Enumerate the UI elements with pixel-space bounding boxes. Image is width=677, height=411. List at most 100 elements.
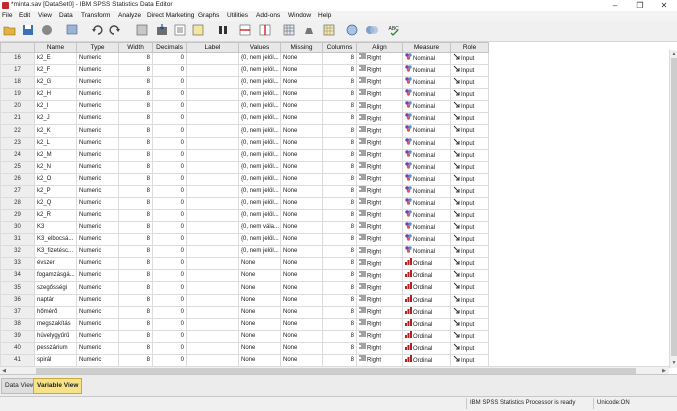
- row-number[interactable]: 16: [0, 51, 35, 66]
- columns-cell[interactable]: 8: [322, 172, 357, 186]
- values-cell[interactable]: {0, nem jelöl...: [238, 160, 281, 174]
- decimals-cell[interactable]: 0: [152, 245, 187, 259]
- find-icon[interactable]: [216, 23, 230, 37]
- label-cell[interactable]: [186, 281, 239, 295]
- measure-cell[interactable]: Nominal: [402, 160, 451, 174]
- menu-direct-marketing[interactable]: Direct Marketing: [147, 11, 194, 21]
- name-cell[interactable]: k2_Q: [34, 196, 77, 211]
- row-number[interactable]: 28: [0, 196, 35, 211]
- columns-cell[interactable]: 8: [322, 233, 357, 247]
- measure-cell[interactable]: Ordinal: [402, 341, 451, 355]
- vertical-scroll-thumb[interactable]: [671, 58, 677, 356]
- insert-cases-icon[interactable]: [238, 23, 252, 37]
- vertical-scrollbar[interactable]: ▲ ▼: [669, 50, 677, 368]
- columns-cell[interactable]: 8: [322, 221, 357, 235]
- align-cell[interactable]: Right: [356, 221, 403, 235]
- type-cell[interactable]: Numeric: [76, 293, 119, 307]
- decimals-cell[interactable]: 0: [152, 136, 187, 150]
- measure-cell[interactable]: Ordinal: [402, 317, 451, 331]
- type-cell[interactable]: Numeric: [76, 233, 119, 247]
- width-cell[interactable]: 8: [118, 100, 153, 114]
- row-number[interactable]: 30: [0, 221, 35, 235]
- type-cell[interactable]: Numeric: [76, 160, 119, 174]
- measure-cell[interactable]: Nominal: [402, 233, 451, 247]
- role-cell[interactable]: Input: [450, 196, 489, 211]
- values-cell[interactable]: {0, nem jelöl...: [238, 196, 281, 211]
- columns-cell[interactable]: 8: [322, 64, 357, 78]
- label-cell[interactable]: [186, 88, 239, 102]
- missing-cell[interactable]: None: [280, 221, 323, 235]
- scroll-up-icon[interactable]: ▲: [671, 51, 677, 57]
- measure-cell[interactable]: Ordinal: [402, 269, 451, 283]
- role-cell[interactable]: Input: [450, 317, 489, 331]
- align-cell[interactable]: Right: [356, 172, 403, 186]
- label-cell[interactable]: [186, 124, 239, 138]
- row-number[interactable]: 21: [0, 112, 35, 126]
- header-width[interactable]: Width: [118, 42, 153, 53]
- header-name[interactable]: Name: [34, 42, 77, 53]
- name-cell[interactable]: szegősségi: [34, 281, 77, 295]
- values-cell[interactable]: {0, nem jelöl...: [238, 88, 281, 102]
- name-cell[interactable]: k2_E: [34, 51, 77, 66]
- measure-cell[interactable]: Ordinal: [402, 329, 451, 343]
- align-cell[interactable]: Right: [356, 88, 403, 102]
- measure-cell[interactable]: Nominal: [402, 124, 451, 138]
- values-cell[interactable]: None: [238, 281, 281, 295]
- width-cell[interactable]: 8: [118, 51, 153, 66]
- type-cell[interactable]: Numeric: [76, 317, 119, 331]
- name-cell[interactable]: évszer: [34, 257, 77, 271]
- type-cell[interactable]: Numeric: [76, 209, 119, 223]
- missing-cell[interactable]: None: [280, 293, 323, 307]
- values-cell[interactable]: None: [238, 353, 281, 366]
- align-cell[interactable]: Right: [356, 124, 403, 138]
- width-cell[interactable]: 8: [118, 76, 153, 90]
- columns-cell[interactable]: 8: [322, 329, 357, 343]
- measure-cell[interactable]: Nominal: [402, 172, 451, 186]
- columns-cell[interactable]: 8: [322, 51, 357, 66]
- menu-graphs[interactable]: Graphs: [198, 11, 219, 21]
- name-cell[interactable]: K3_elbocsá...: [34, 233, 77, 247]
- save-icon[interactable]: [21, 23, 35, 37]
- close-button[interactable]: ✕: [652, 0, 676, 11]
- name-cell[interactable]: hőmérő: [34, 305, 77, 319]
- width-cell[interactable]: 8: [118, 281, 153, 295]
- role-cell[interactable]: Input: [450, 160, 489, 174]
- decimals-cell[interactable]: 0: [152, 281, 187, 295]
- align-cell[interactable]: Right: [356, 233, 403, 247]
- decimals-cell[interactable]: 0: [152, 76, 187, 90]
- label-cell[interactable]: [186, 233, 239, 247]
- role-cell[interactable]: Input: [450, 269, 489, 283]
- values-cell[interactable]: {0, nem jelöl...: [238, 172, 281, 186]
- role-cell[interactable]: Input: [450, 353, 489, 366]
- align-cell[interactable]: Right: [356, 196, 403, 211]
- role-cell[interactable]: Input: [450, 136, 489, 150]
- measure-cell[interactable]: Nominal: [402, 184, 451, 198]
- missing-cell[interactable]: None: [280, 245, 323, 259]
- values-cell[interactable]: {0, nem jelöl...: [238, 209, 281, 223]
- name-cell[interactable]: K3_fizetésc...: [34, 245, 77, 259]
- missing-cell[interactable]: None: [280, 257, 323, 271]
- width-cell[interactable]: 8: [118, 329, 153, 343]
- width-cell[interactable]: 8: [118, 353, 153, 366]
- role-cell[interactable]: Input: [450, 233, 489, 247]
- columns-cell[interactable]: 8: [322, 112, 357, 126]
- scroll-down-icon[interactable]: ▼: [671, 360, 677, 366]
- columns-cell[interactable]: 8: [322, 100, 357, 114]
- values-cell[interactable]: {0, nem vála...: [238, 221, 281, 235]
- width-cell[interactable]: 8: [118, 112, 153, 126]
- role-cell[interactable]: Input: [450, 76, 489, 90]
- header-decimals[interactable]: Decimals: [152, 42, 187, 53]
- role-cell[interactable]: Input: [450, 281, 489, 295]
- decimals-cell[interactable]: 0: [152, 148, 187, 162]
- values-cell[interactable]: None: [238, 293, 281, 307]
- align-cell[interactable]: Right: [356, 245, 403, 259]
- align-cell[interactable]: Right: [356, 269, 403, 283]
- label-cell[interactable]: [186, 172, 239, 186]
- values-cell[interactable]: None: [238, 317, 281, 331]
- role-cell[interactable]: Input: [450, 221, 489, 235]
- goto-variable-icon[interactable]: [155, 23, 169, 37]
- type-cell[interactable]: Numeric: [76, 341, 119, 355]
- missing-cell[interactable]: None: [280, 88, 323, 102]
- row-number[interactable]: 27: [0, 184, 35, 198]
- missing-cell[interactable]: None: [280, 233, 323, 247]
